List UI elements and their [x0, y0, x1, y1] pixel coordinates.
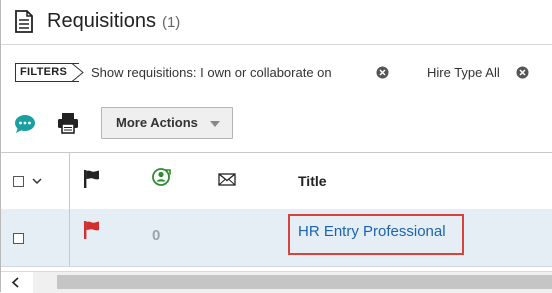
flag-icon[interactable] [83, 220, 101, 240]
scrollbar-thumb[interactable] [57, 275, 552, 289]
chevron-right-icon [72, 63, 84, 82]
select-all-checkbox[interactable] [13, 176, 24, 187]
collaborator-icon [152, 168, 171, 186]
page-title-text: Requisitions [47, 10, 156, 32]
print-icon[interactable] [57, 112, 79, 134]
filters-button[interactable]: FILTERS [15, 63, 80, 82]
close-circle-icon[interactable] [516, 66, 529, 79]
column-header-title[interactable]: Title [298, 173, 327, 189]
more-actions-label: More Actions [116, 115, 198, 130]
more-actions-button[interactable]: More Actions [101, 107, 233, 139]
requisitions-panel: Requisitions (1) FILTERS Show requisition… [0, 0, 552, 293]
document-icon [15, 10, 33, 33]
toolbar: More Actions [1, 104, 552, 144]
close-circle-icon[interactable] [376, 66, 389, 79]
requisition-title-link[interactable]: HR Entry Professional [298, 223, 446, 240]
collaborator-count: 0 [152, 227, 161, 244]
filter-chip-hire-type: Hire Type All [427, 65, 500, 80]
table-header-row: Title [1, 152, 552, 210]
table-row: 0 HR Entry Professional [1, 209, 552, 267]
requisitions-table: Title 0 HR Entry Professional [1, 152, 552, 272]
row-checkbox[interactable] [13, 233, 24, 244]
panel-header: Requisitions (1) [1, 0, 552, 45]
column-divider [69, 153, 70, 209]
filter-bar: FILTERS Show requisitions: I own or coll… [1, 58, 552, 86]
requisition-count: (1) [161, 14, 181, 31]
page-title: Requisitions (1) [47, 10, 180, 33]
caret-down-icon [210, 121, 220, 127]
chat-icon[interactable] [14, 114, 36, 134]
scroll-left-button[interactable] [1, 272, 33, 293]
column-divider [69, 209, 70, 266]
horizontal-scrollbar[interactable] [1, 271, 552, 293]
flag-icon [84, 170, 99, 188]
envelope-icon [218, 173, 236, 186]
chevron-down-icon[interactable] [32, 178, 42, 185]
filter-chip-ownership: Show requisitions: I own or collaborate … [91, 65, 332, 80]
scroll-left-icon [11, 277, 19, 288]
